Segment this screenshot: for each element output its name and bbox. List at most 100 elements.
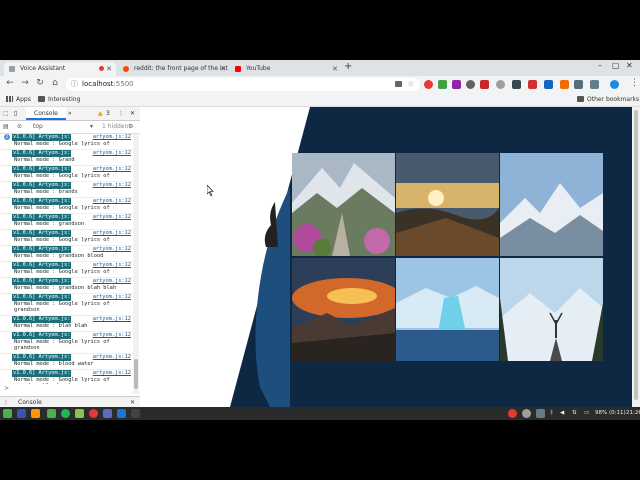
tray-icon[interactable] (508, 409, 517, 418)
close-tab-icon[interactable]: ✕ (332, 62, 338, 76)
minimize-icon[interactable]: – (598, 61, 602, 70)
close-tab-icon[interactable]: ✕ (106, 62, 112, 76)
extension-icon[interactable] (438, 80, 447, 89)
tab-youtube[interactable]: YouTube ✕ (230, 62, 342, 76)
source-link[interactable]: artyom.js:12 (93, 166, 131, 173)
log-message: Normal mode : grandson (14, 220, 85, 227)
extension-icon[interactable] (544, 80, 553, 89)
page-scrollbar[interactable] (632, 107, 640, 407)
tab-voice-assistant[interactable]: Voice Assistant ✕ (4, 62, 116, 76)
console-prompt[interactable]: > (4, 385, 9, 392)
inspect-icon[interactable]: ⬚ (3, 107, 9, 120)
tab-reddit[interactable]: reddit: the front page of the int ✕ (118, 62, 230, 76)
chevron-down-icon[interactable]: ▾ (90, 121, 93, 133)
more-tabs-button[interactable]: » (68, 107, 72, 120)
bluetooth-icon[interactable]: ᛒ (550, 407, 553, 420)
reload-icon[interactable]: ↻ (34, 78, 46, 88)
app-icon[interactable] (103, 409, 112, 418)
menu-icon[interactable]: ⋮ (630, 78, 639, 88)
address-bar[interactable]: ⓘ localhost:5500 ☆ (66, 78, 420, 91)
extension-icon[interactable] (590, 80, 599, 89)
source-link[interactable]: artyom.js:12 (93, 134, 131, 141)
tab-console[interactable]: Console (26, 107, 66, 120)
sidebar-toggle-icon[interactable]: ▤ (3, 121, 9, 133)
source-link[interactable]: artyom.js:12 (93, 262, 131, 269)
source-link[interactable]: artyom.js:12 (93, 198, 131, 205)
start-menu-icon[interactable] (3, 409, 12, 418)
devtools-close-icon[interactable]: ✕ (130, 107, 135, 120)
window-close-icon[interactable]: ✕ (626, 61, 633, 70)
clear-console-icon[interactable]: ⊘ (17, 121, 22, 133)
context-selector[interactable]: top (33, 121, 43, 133)
iceberg-image[interactable] (396, 258, 499, 361)
scroll-thumb[interactable] (634, 110, 638, 400)
fiery-sky-image[interactable] (292, 258, 395, 361)
network-icon[interactable]: ⇅ (572, 407, 577, 420)
close-tab-icon[interactable]: ✕ (220, 62, 226, 76)
extension-icon[interactable] (452, 80, 461, 89)
hiker-image[interactable] (500, 258, 603, 361)
source-link[interactable]: artyom.js:12 (93, 182, 131, 189)
log-entry: v1.0.6] Artyom.js: artyom.js:12 Normal mod… (0, 294, 133, 316)
vscode-icon[interactable] (117, 409, 126, 418)
extension-icon[interactable] (496, 80, 505, 89)
source-link[interactable]: artyom.js:12 (93, 214, 131, 221)
log-badge: v1.0.6] Artyom.js: (12, 134, 72, 141)
profile-avatar[interactable] (610, 80, 619, 89)
bookmark-apps[interactable]: Apps (6, 95, 31, 104)
extension-icon[interactable] (512, 80, 521, 89)
app-icon[interactable] (31, 409, 40, 418)
extension-icon[interactable] (480, 80, 489, 89)
app-icon[interactable] (131, 409, 140, 418)
shield-icon[interactable] (536, 409, 545, 418)
volume-icon[interactable]: ◀ (560, 407, 564, 420)
source-link[interactable]: artyom.js:12 (93, 294, 131, 301)
home-icon[interactable]: ⌂ (49, 78, 61, 88)
info-icon[interactable]: ⓘ (71, 78, 78, 91)
spotify-icon[interactable] (61, 409, 70, 418)
bookmark-folder-interesting[interactable]: Interesting (38, 95, 80, 104)
tab-strip: Voice Assistant ✕ reddit: the front page… (0, 60, 640, 76)
log-message: Normal mode : Google lyrics of (14, 204, 110, 211)
battery-status: 98% (0:11) (595, 410, 626, 416)
scroll-thumb[interactable] (134, 359, 138, 389)
console-scrollbar[interactable] (133, 134, 139, 394)
maximize-icon[interactable]: ▢ (612, 61, 620, 70)
extension-icon[interactable] (528, 80, 537, 89)
log-entry: v1.0.6] Artyom.js: artyom.js:12 Normal mod… (0, 214, 133, 230)
app-icon[interactable] (47, 409, 56, 418)
app-icon[interactable] (75, 409, 84, 418)
source-link[interactable]: artyom.js:12 (93, 370, 131, 377)
battery-icon[interactable]: ▭ (584, 407, 589, 420)
bookmark-other[interactable]: Other bookmarks (577, 95, 639, 104)
extension-icon[interactable] (574, 80, 583, 89)
chrome-icon[interactable] (89, 409, 98, 418)
camera-icon[interactable] (395, 81, 402, 87)
snowy-peaks-image[interactable] (500, 153, 603, 256)
gear-icon[interactable]: ⚙ (128, 121, 133, 133)
log-message: Normal mode : Google lyrics of (14, 236, 110, 243)
mountain-path-image[interactable] (292, 153, 395, 256)
source-link[interactable]: artyom.js:12 (93, 230, 131, 237)
source-link[interactable]: artyom.js:12 (93, 354, 131, 361)
sunset-valley-image[interactable] (396, 153, 499, 256)
star-icon[interactable]: ☆ (408, 78, 414, 91)
extension-icon[interactable] (560, 80, 569, 89)
tray-icon[interactable] (522, 409, 531, 418)
console-log[interactable]: 2 v1.0.6] Artyom.js: artyom.js:12 Normal mo… (0, 134, 133, 384)
source-link[interactable]: artyom.js:12 (93, 246, 131, 253)
source-link[interactable]: artyom.js:12 (93, 332, 131, 339)
warning-icon[interactable]: ▲ (98, 107, 103, 120)
plus-icon[interactable]: + (344, 61, 352, 72)
devtools-menu-icon[interactable]: ⋮ (118, 107, 124, 120)
device-toolbar-icon[interactable]: ▯ (14, 107, 17, 120)
clock[interactable]: 21:26 (626, 407, 640, 420)
source-link[interactable]: artyom.js:12 (93, 316, 131, 323)
extension-icon[interactable] (466, 80, 475, 89)
source-link[interactable]: artyom.js:12 (93, 150, 131, 157)
extension-icon[interactable] (424, 80, 433, 89)
source-link[interactable]: artyom.js:12 (93, 278, 131, 285)
files-icon[interactable] (17, 409, 26, 418)
back-icon[interactable]: ← (4, 78, 16, 88)
forward-icon[interactable]: → (19, 78, 31, 88)
